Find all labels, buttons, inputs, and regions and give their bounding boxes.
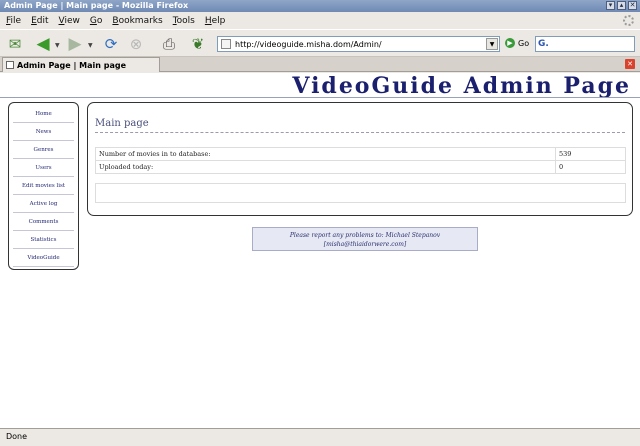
url-bar[interactable]: http://videoguide.misha.dom/Admin/ ▼: [217, 36, 500, 52]
menu-go[interactable]: Go: [90, 16, 103, 26]
report-notice: Please report any problems to: Michael S…: [252, 227, 478, 251]
title-divider: [0, 97, 640, 98]
forward-icon: ▶: [68, 34, 82, 54]
go-button[interactable]: ▶ Go: [505, 38, 529, 48]
nav-item-users[interactable]: Users: [13, 159, 74, 177]
stat-label: Uploaded today:: [95, 160, 556, 174]
menu-view[interactable]: View: [59, 16, 80, 26]
navigation-toolbar: ✉ ◀ ▼ ▶ ▼ ⟳ ⊗ ⎙ ❦ http://videoguide.mish…: [0, 29, 640, 57]
minimize-button[interactable]: ▾: [606, 1, 615, 10]
go-icon: ▶: [505, 38, 515, 48]
leaf-button[interactable]: ❦: [187, 34, 209, 54]
page-title: Main page: [95, 118, 149, 129]
search-input[interactable]: G.: [535, 36, 635, 52]
status-bar: Done: [0, 428, 640, 446]
nav-item-active-log[interactable]: Active log: [13, 195, 74, 213]
page-content: VideoGuide Admin Page Home News Genres U…: [0, 73, 640, 428]
nav-item-news[interactable]: News: [13, 123, 74, 141]
sidebar-nav: Home News Genres Users Edit movies list …: [8, 102, 79, 270]
nav-item-edit-movies-list[interactable]: Edit movies list: [13, 177, 74, 195]
nav-item-home[interactable]: Home: [13, 105, 74, 123]
google-search-icon: G.: [538, 39, 549, 49]
window-controls: ▾ ▴ ✕: [606, 1, 637, 10]
forward-button[interactable]: ▶: [64, 34, 86, 54]
tab-admin-page[interactable]: Admin Page | Main page: [2, 57, 160, 72]
menu-file[interactable]: File: [6, 16, 21, 26]
nav-item-videoguide[interactable]: VideoGuide: [13, 249, 74, 267]
get-mail-icon: ✉: [8, 35, 22, 53]
menu-bar: File Edit View Go Bookmarks Tools Help: [0, 13, 640, 28]
throbber-icon: [623, 15, 634, 26]
window-titlebar: Admin Page | Main page - Mozilla Firefox…: [0, 0, 640, 12]
get-mail-button[interactable]: ✉: [4, 34, 26, 54]
window-title: Admin Page | Main page - Mozilla Firefox: [4, 1, 189, 10]
tab-label: Admin Page | Main page: [17, 60, 127, 70]
stat-value: 539: [555, 147, 626, 161]
menu-tools[interactable]: Tools: [173, 16, 195, 26]
close-window-button[interactable]: ✕: [628, 1, 637, 10]
url-dropdown-icon[interactable]: ▼: [486, 38, 498, 50]
page-icon: [221, 39, 231, 49]
table-row: Number of movies in to database: 539: [95, 147, 626, 161]
back-icon: ◀: [36, 34, 50, 54]
tab-page-icon: [6, 61, 14, 69]
stop-button[interactable]: ⊗: [125, 34, 147, 54]
status-text: Done: [6, 432, 28, 441]
table-row: Uploaded today: 0: [95, 160, 626, 174]
stop-icon: ⊗: [129, 35, 143, 53]
back-history-arrow-icon[interactable]: ▼: [55, 42, 60, 49]
leaf-icon: ❦: [191, 35, 205, 53]
stat-value: 0: [555, 160, 626, 174]
empty-content-box: [95, 183, 626, 203]
stat-label: Number of movies in to database:: [95, 147, 556, 161]
print-button[interactable]: ⎙: [158, 34, 180, 54]
menu-edit[interactable]: Edit: [31, 16, 48, 26]
menu-help[interactable]: Help: [205, 16, 226, 26]
nav-item-statistics[interactable]: Statistics: [13, 231, 74, 249]
nav-item-genres[interactable]: Genres: [13, 141, 74, 159]
report-email-link[interactable]: [misha@thiaidorwere.com]: [253, 240, 477, 249]
maximize-button[interactable]: ▴: [617, 1, 626, 10]
menu-bookmarks[interactable]: Bookmarks: [112, 16, 162, 26]
site-title: VideoGuide Admin Page: [292, 73, 631, 99]
back-button[interactable]: ◀: [32, 34, 54, 54]
report-text: Please report any problems to: Michael S…: [289, 232, 441, 239]
stats-table: Number of movies in to database: 539 Upl…: [95, 147, 626, 174]
main-panel: Main page Number of movies in to databas…: [87, 102, 633, 216]
panel-divider: [95, 132, 625, 133]
reload-icon: ⟳: [104, 35, 118, 53]
nav-item-comments[interactable]: Comments: [13, 213, 74, 231]
url-text: http://videoguide.misha.dom/Admin/: [235, 39, 382, 49]
print-icon: ⎙: [162, 35, 175, 53]
close-tab-icon[interactable]: ✕: [625, 59, 635, 69]
go-label: Go: [518, 38, 530, 48]
tab-bar: Admin Page | Main page ✕: [0, 57, 640, 72]
forward-history-arrow-icon[interactable]: ▼: [88, 42, 93, 49]
reload-button[interactable]: ⟳: [100, 34, 122, 54]
